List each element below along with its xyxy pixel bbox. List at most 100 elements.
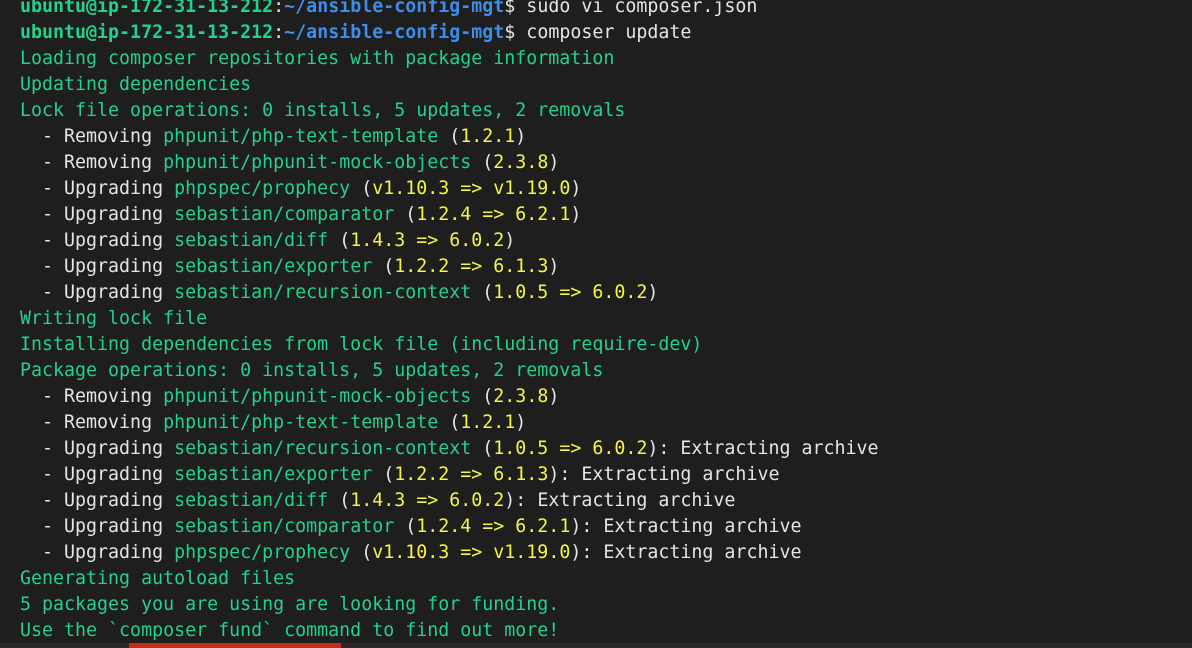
- terminal-text-segment: (: [372, 256, 395, 277]
- terminal-line: - Removing phpunit/phpunit-mock-objects …: [20, 150, 1192, 176]
- terminal-text-segment: Loading composer repositories with packa…: [20, 48, 615, 69]
- terminal-text-segment: - Removing: [20, 412, 164, 433]
- terminal-text-segment: ubuntu@ip-172-31-13-212: [20, 0, 274, 17]
- terminal-text-segment: :: [273, 0, 285, 17]
- terminal-text-segment: (: [372, 464, 395, 485]
- terminal-text-segment: - Upgrading: [20, 516, 175, 537]
- terminal-text-segment: - Removing: [20, 152, 164, 173]
- terminal-text-segment: ): Extracting archive: [647, 438, 879, 459]
- terminal-text-segment: 1.2.1: [460, 412, 516, 433]
- terminal-text-segment: ): [504, 230, 516, 251]
- terminal-text-segment: (: [471, 386, 494, 407]
- terminal-text-segment: (: [394, 516, 417, 537]
- terminal-line: - Removing phpunit/phpunit-mock-objects …: [20, 384, 1192, 410]
- terminal-text-segment: - Upgrading: [20, 464, 175, 485]
- terminal-text-segment: (: [328, 230, 351, 251]
- terminal-text-segment: sebastian/exporter: [174, 256, 373, 277]
- terminal-line: - Upgrading sebastian/exporter (1.2.2 =>…: [20, 462, 1192, 488]
- terminal-text-segment: 1.0.5 => 6.0.2: [493, 438, 648, 459]
- terminal-line: Loading composer repositories with packa…: [20, 46, 1192, 72]
- terminal-text-segment: phpspec/prophecy: [174, 542, 351, 563]
- terminal-text-segment: Installing dependencies from lock file (…: [20, 334, 703, 355]
- terminal-line: Updating dependencies: [20, 72, 1192, 98]
- terminal-text-segment: phpunit/php-text-template: [163, 126, 439, 147]
- terminal-text-segment: 1.2.4 => 6.2.1: [416, 204, 571, 225]
- terminal-text-segment: sebastian/comparator: [174, 204, 395, 225]
- terminal-line: ubuntu@ip-172-31-13-212:~/ansible-config…: [20, 0, 1192, 20]
- terminal-line: Writing lock file: [20, 306, 1192, 332]
- terminal-text-segment: :: [273, 22, 285, 43]
- terminal-line: - Upgrading sebastian/diff (1.4.3 => 6.0…: [20, 228, 1192, 254]
- terminal-line: - Upgrading sebastian/recursion-context …: [20, 436, 1192, 462]
- terminal-text-segment: Use the `composer fund` command to find …: [20, 620, 560, 641]
- terminal-lines: ubuntu@ip-172-31-13-212:~/ansible-config…: [20, 0, 1192, 644]
- terminal-line: Package operations: 0 installs, 5 update…: [20, 358, 1192, 384]
- terminal-text-segment: 1.4.3 => 6.0.2: [350, 490, 505, 511]
- terminal-text-segment: ): [548, 256, 560, 277]
- terminal-text-segment: 5 packages you are using are looking for…: [20, 594, 560, 615]
- terminal-text-segment: ): [570, 178, 582, 199]
- terminal-line: Installing dependencies from lock file (…: [20, 332, 1192, 358]
- terminal-text-segment: (: [438, 412, 461, 433]
- terminal-text-segment: (: [328, 490, 351, 511]
- terminal-text-segment: - Upgrading: [20, 438, 175, 459]
- terminal-line: - Upgrading phpspec/prophecy (v1.10.3 =>…: [20, 540, 1192, 566]
- terminal-text-segment: 1.4.3 => 6.0.2: [350, 230, 505, 251]
- terminal-text-segment: (: [350, 542, 373, 563]
- terminal-line: Lock file operations: 0 installs, 5 upda…: [20, 98, 1192, 124]
- terminal-line: - Upgrading sebastian/exporter (1.2.2 =>…: [20, 254, 1192, 280]
- terminal-text-segment: sebastian/recursion-context: [174, 282, 472, 303]
- terminal-text-segment: ): Extracting archive: [504, 490, 736, 511]
- terminal-text-segment: ): [515, 126, 527, 147]
- terminal-text-segment: - Upgrading: [20, 542, 175, 563]
- terminal-text-segment: ~/ansible-config-mgt: [284, 22, 505, 43]
- terminal-text-segment: ): [515, 412, 527, 433]
- terminal-text-segment: ): Extracting archive: [570, 542, 802, 563]
- terminal-line: - Upgrading sebastian/comparator (1.2.4 …: [20, 514, 1192, 540]
- terminal-output[interactable]: ubuntu@ip-172-31-13-212:~/ansible-config…: [0, 0, 1192, 648]
- terminal-text-segment: Lock file operations: 0 installs, 5 upda…: [20, 100, 626, 121]
- terminal-line: - Upgrading sebastian/comparator (1.2.4 …: [20, 202, 1192, 228]
- terminal-text-segment: 2.3.8: [493, 386, 549, 407]
- terminal-text-segment: 1.2.2 => 6.1.3: [394, 464, 549, 485]
- terminal-text-segment: v1.10.3 => v1.19.0: [372, 542, 571, 563]
- terminal-text-segment: phpspec/prophecy: [174, 178, 351, 199]
- terminal-text-segment: - Upgrading: [20, 282, 175, 303]
- terminal-text-segment: (: [394, 204, 417, 225]
- terminal-text-segment: v1.10.3 => v1.19.0: [372, 178, 571, 199]
- terminal-text-segment: (: [438, 126, 461, 147]
- terminal-text-segment: $ composer update: [504, 22, 692, 43]
- terminal-text-segment: ): [548, 152, 560, 173]
- terminal-text-segment: ): Extracting archive: [570, 516, 802, 537]
- terminal-text-segment: phpunit/phpunit-mock-objects: [163, 386, 472, 407]
- terminal-text-segment: Generating autoload files: [20, 568, 296, 589]
- terminal-line: - Removing phpunit/php-text-template (1.…: [20, 124, 1192, 150]
- terminal-line: Use the `composer fund` command to find …: [20, 618, 1192, 644]
- terminal-text-segment: 1.0.5 => 6.0.2: [493, 282, 648, 303]
- terminal-text-segment: phpunit/php-text-template: [163, 412, 439, 433]
- terminal-text-segment: ): [647, 282, 659, 303]
- terminal-text-segment: (: [350, 178, 373, 199]
- terminal-text-segment: Writing lock file: [20, 308, 208, 329]
- terminal-text-segment: - Upgrading: [20, 230, 175, 251]
- terminal-text-segment: ubuntu@ip-172-31-13-212: [20, 22, 274, 43]
- terminal-text-segment: 2.3.8: [493, 152, 549, 173]
- terminal-text-segment: - Upgrading: [20, 490, 175, 511]
- terminal-line: - Upgrading sebastian/recursion-context …: [20, 280, 1192, 306]
- terminal-text-segment: (: [471, 282, 494, 303]
- terminal-text-segment: Package operations: 0 installs, 5 update…: [20, 360, 604, 381]
- terminal-line: 5 packages you are using are looking for…: [20, 592, 1192, 618]
- terminal-line: - Removing phpunit/php-text-template (1.…: [20, 410, 1192, 436]
- terminal-text-segment: ~/ansible-config-mgt: [284, 0, 505, 17]
- terminal-text-segment: sebastian/exporter: [174, 464, 373, 485]
- terminal-text-segment: ): [548, 386, 560, 407]
- terminal-line: - Upgrading sebastian/diff (1.4.3 => 6.0…: [20, 488, 1192, 514]
- terminal-text-segment: ): Extracting archive: [548, 464, 780, 485]
- terminal-text-segment: - Removing: [20, 386, 164, 407]
- terminal-text-segment: (: [471, 438, 494, 459]
- terminal-text-segment: 1.2.4 => 6.2.1: [416, 516, 571, 537]
- terminal-text-segment: - Upgrading: [20, 204, 175, 225]
- terminal-text-segment: - Upgrading: [20, 256, 175, 277]
- terminal-text-segment: sebastian/diff: [174, 490, 329, 511]
- terminal-line: ubuntu@ip-172-31-13-212:~/ansible-config…: [20, 20, 1192, 46]
